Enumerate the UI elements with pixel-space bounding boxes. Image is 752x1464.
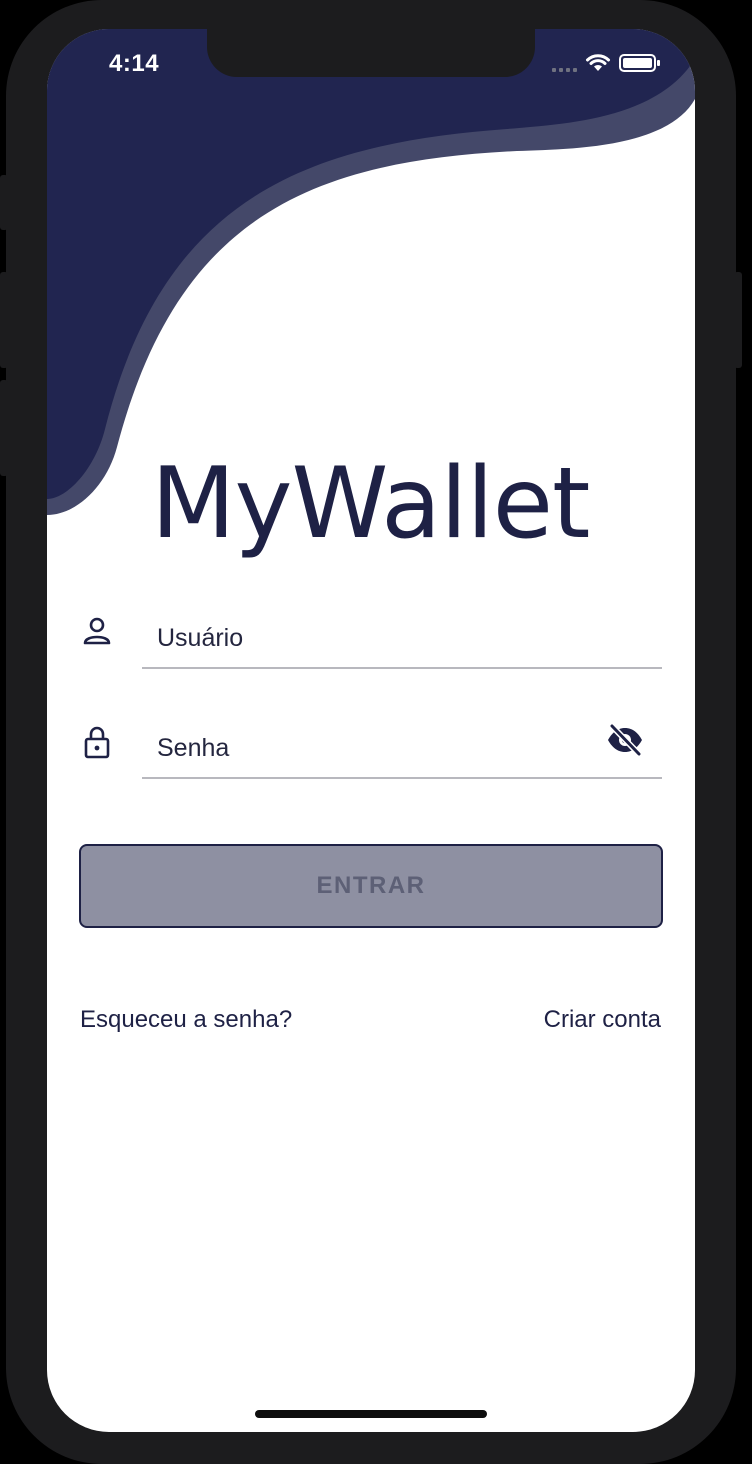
mute-switch [0,175,8,230]
person-icon [83,617,111,645]
forgot-password-link[interactable]: Esqueceu a senha? [80,1006,292,1034]
app-screen: 4:14 MyWallet Usuário Senha ENTRAR Esque… [47,29,695,1432]
login-button[interactable]: ENTRAR [79,844,663,928]
volume-up-button [0,272,8,368]
eye-off-icon[interactable] [606,723,644,757]
status-icons [552,53,661,73]
battery-icon [619,54,660,72]
lock-icon [84,726,110,759]
notch [207,29,535,77]
app-title: MyWallet [151,447,590,561]
cellular-signal-icon [552,54,577,72]
status-time: 4:14 [109,50,160,77]
username-placeholder: Usuário [157,624,244,652]
volume-down-button [0,380,8,476]
password-placeholder: Senha [157,734,230,762]
username-field[interactable]: Usuário [83,589,662,669]
create-account-link[interactable]: Criar conta [544,1006,661,1034]
wifi-icon [586,54,610,71]
home-indicator[interactable] [255,1410,487,1418]
password-field[interactable]: Senha [84,699,662,779]
power-button [734,272,742,368]
